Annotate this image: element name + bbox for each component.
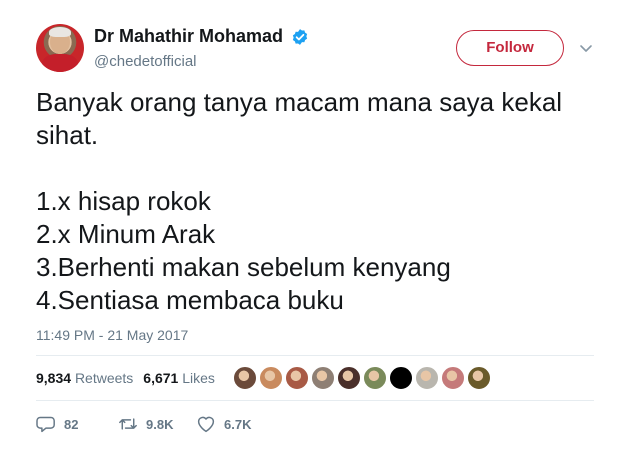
liker-avatar[interactable] xyxy=(233,366,257,390)
divider xyxy=(36,400,594,401)
liker-avatar[interactable] xyxy=(467,366,491,390)
reply-icon xyxy=(36,416,55,433)
likes-count: 6,671 xyxy=(143,370,179,386)
display-name[interactable]: Dr Mahathir Mohamad xyxy=(94,26,283,47)
retweets-label: Retweets xyxy=(74,370,134,386)
retweets-count: 9,834 xyxy=(36,370,72,386)
like-count: 6.7K xyxy=(224,416,252,432)
liker-avatar[interactable] xyxy=(311,366,335,390)
tweet-card: Dr Mahathir Mohamad @chedetofficial Foll… xyxy=(0,0,628,457)
likes-stat[interactable]: 6,671 Likes xyxy=(143,370,215,386)
avatar[interactable] xyxy=(36,24,84,72)
like-button[interactable]: 6.7K xyxy=(196,414,251,434)
user-names: Dr Mahathir Mohamad @chedetofficial xyxy=(94,26,309,70)
liker-avatar[interactable] xyxy=(337,366,361,390)
reply-count: 82 xyxy=(64,416,79,432)
tweet-header: Dr Mahathir Mohamad @chedetofficial Foll… xyxy=(36,20,606,80)
tweet-text: Banyak orang tanya macam mana saya kekal… xyxy=(36,87,563,315)
liker-avatar[interactable] xyxy=(389,366,413,390)
retweets-stat[interactable]: 9,834 Retweets xyxy=(36,370,133,386)
liker-avatar[interactable] xyxy=(441,366,465,390)
retweet-count: 9.8K xyxy=(146,416,174,432)
likes-label: Likes xyxy=(182,370,215,386)
follow-button[interactable]: Follow xyxy=(456,30,564,66)
chevron-down-icon[interactable] xyxy=(578,40,594,56)
liker-avatar[interactable] xyxy=(285,366,309,390)
retweet-button[interactable]: 9.8K xyxy=(118,414,173,434)
user-handle[interactable]: @chedetofficial xyxy=(94,53,309,70)
liker-avatar[interactable] xyxy=(363,366,387,390)
liker-avatar[interactable] xyxy=(415,366,439,390)
engagement-stats: 9,834 Retweets 6,671 Likes xyxy=(36,370,225,386)
retweet-icon xyxy=(119,418,137,430)
divider xyxy=(36,355,594,356)
reply-button[interactable]: 82 xyxy=(36,414,78,434)
heart-icon xyxy=(197,416,215,433)
tweet-timestamp[interactable]: 11:49 PM - 21 May 2017 xyxy=(36,327,188,343)
liker-avatar[interactable] xyxy=(259,366,283,390)
verified-badge-icon xyxy=(293,28,308,45)
